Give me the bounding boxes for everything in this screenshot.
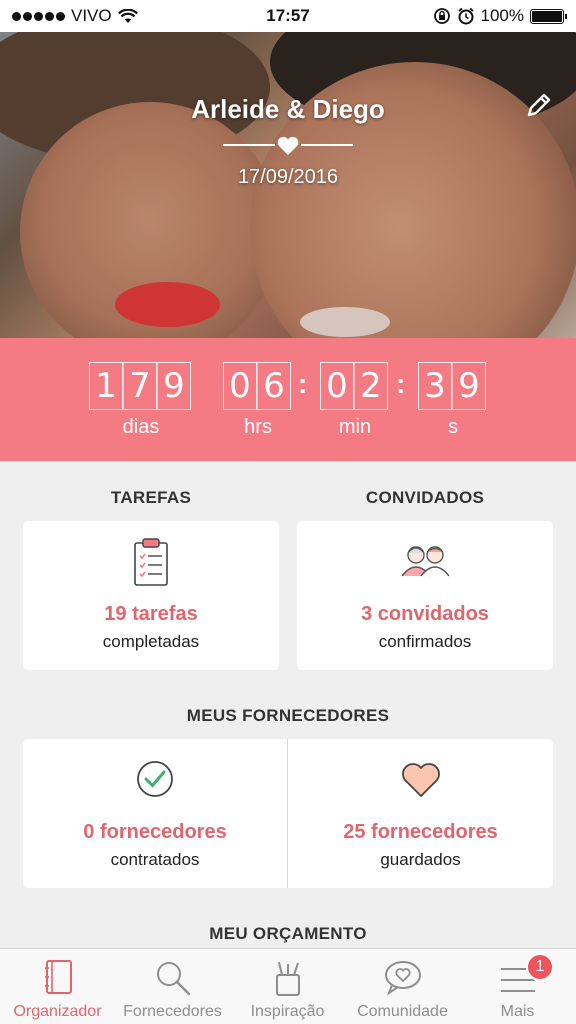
couple-name: Arleide & Diego xyxy=(191,94,385,124)
tab-label: Mais xyxy=(500,1003,535,1020)
countdown-separator: : xyxy=(396,368,406,399)
battery-percent: 100% xyxy=(480,6,524,25)
vendors-card: 0 fornecedores contratados 25 fornecedor… xyxy=(23,739,553,888)
countdown-panel: 1 7 9 0 6 : 0 2 : 3 9 dias hrs min s xyxy=(0,338,576,461)
wifi-icon xyxy=(117,8,138,23)
tasks-sub: completadas xyxy=(102,632,200,651)
countdown-digit: 0 xyxy=(223,362,257,410)
clipboard-icon xyxy=(134,538,168,586)
countdown-seconds: 3 9 xyxy=(418,362,486,410)
tasks-count: 19 tarefas xyxy=(104,603,198,625)
countdown-digit: 6 xyxy=(257,362,291,410)
vendors-saved-sub: guardados xyxy=(380,850,461,869)
countdown-digit: 9 xyxy=(157,362,191,410)
budget-title: MEU ORÇAMENTO xyxy=(209,924,367,943)
guests-card[interactable]: 3 convidados confirmados xyxy=(297,521,553,670)
guests-title: CONVIDADOS xyxy=(365,488,485,507)
heart-divider xyxy=(223,136,353,155)
countdown-minutes: 0 2 xyxy=(320,362,388,410)
countdown-label-days: dias xyxy=(122,416,160,438)
countdown-label-seconds: s xyxy=(448,416,458,438)
heart-icon xyxy=(401,763,440,797)
tab-comunidade[interactable]: Comunidade xyxy=(345,949,460,1024)
inspiration-icon xyxy=(275,961,300,996)
vendors-hired[interactable]: 0 fornecedores contratados xyxy=(23,739,287,888)
tab-fornecedores[interactable]: Fornecedores xyxy=(115,949,230,1024)
notification-badge: 1 xyxy=(526,953,554,981)
countdown-digit: 0 xyxy=(320,362,354,410)
tasks-card[interactable]: 19 tarefas completadas xyxy=(23,521,279,670)
battery-icon xyxy=(530,8,567,24)
wedding-date: 17/09/2016 xyxy=(237,166,339,188)
countdown-digit: 3 xyxy=(418,362,452,410)
couple-photo: Arleide & Diego 17/09/2016 xyxy=(0,32,576,338)
tab-inspiracao[interactable]: Inspiração xyxy=(230,949,345,1024)
tab-label: Organizador xyxy=(13,1003,102,1020)
guests-count: 3 convidados xyxy=(361,603,489,625)
countdown-digit: 9 xyxy=(452,362,486,410)
vendors-hired-sub: contratados xyxy=(110,850,200,869)
tab-organizador[interactable]: Organizador xyxy=(0,949,115,1024)
countdown-digit: 2 xyxy=(354,362,388,410)
countdown-label-hours: hrs xyxy=(244,416,272,438)
rotation-lock-icon xyxy=(433,8,450,24)
status-right: 100% xyxy=(433,6,567,26)
signal-icon xyxy=(12,11,65,21)
guests-sub: confirmados xyxy=(378,632,472,651)
chat-heart-icon xyxy=(384,961,421,995)
status-left: VIVO xyxy=(12,6,433,26)
alarm-icon xyxy=(457,7,474,25)
vendors-saved-count: 25 fornecedores xyxy=(343,821,498,843)
vendors-saved[interactable]: 25 fornecedores guardados xyxy=(288,739,553,888)
tab-mais[interactable]: 1 Mais xyxy=(460,949,575,1024)
vendors-title: MEUS FORNECEDORES xyxy=(186,706,390,725)
carrier-label: VIVO xyxy=(71,6,112,25)
search-icon xyxy=(156,962,190,996)
edit-button[interactable] xyxy=(524,90,554,120)
tab-bar: Organizador Fornecedores Inspiração Comu… xyxy=(0,948,576,1024)
countdown-separator: : xyxy=(298,368,308,399)
tab-label: Fornecedores xyxy=(123,1003,222,1020)
tab-label: Comunidade xyxy=(357,1003,448,1020)
tasks-title: TAREFAS xyxy=(110,488,192,507)
pencil-icon xyxy=(527,93,551,117)
guests-icon xyxy=(401,546,450,577)
countdown-hours: 0 6 xyxy=(223,362,291,410)
countdown-days: 1 7 9 xyxy=(89,362,191,410)
notebook-icon xyxy=(44,960,72,994)
countdown-digit: 7 xyxy=(123,362,157,410)
countdown-label-minutes: min xyxy=(338,416,372,438)
vendors-hired-count: 0 fornecedores xyxy=(83,821,227,843)
check-circle-icon xyxy=(137,761,173,797)
tab-label: Inspiração xyxy=(250,1003,325,1020)
status-bar: VIVO 17:57 100% xyxy=(0,0,576,32)
countdown-digit: 1 xyxy=(89,362,123,410)
heart-icon xyxy=(277,136,299,155)
